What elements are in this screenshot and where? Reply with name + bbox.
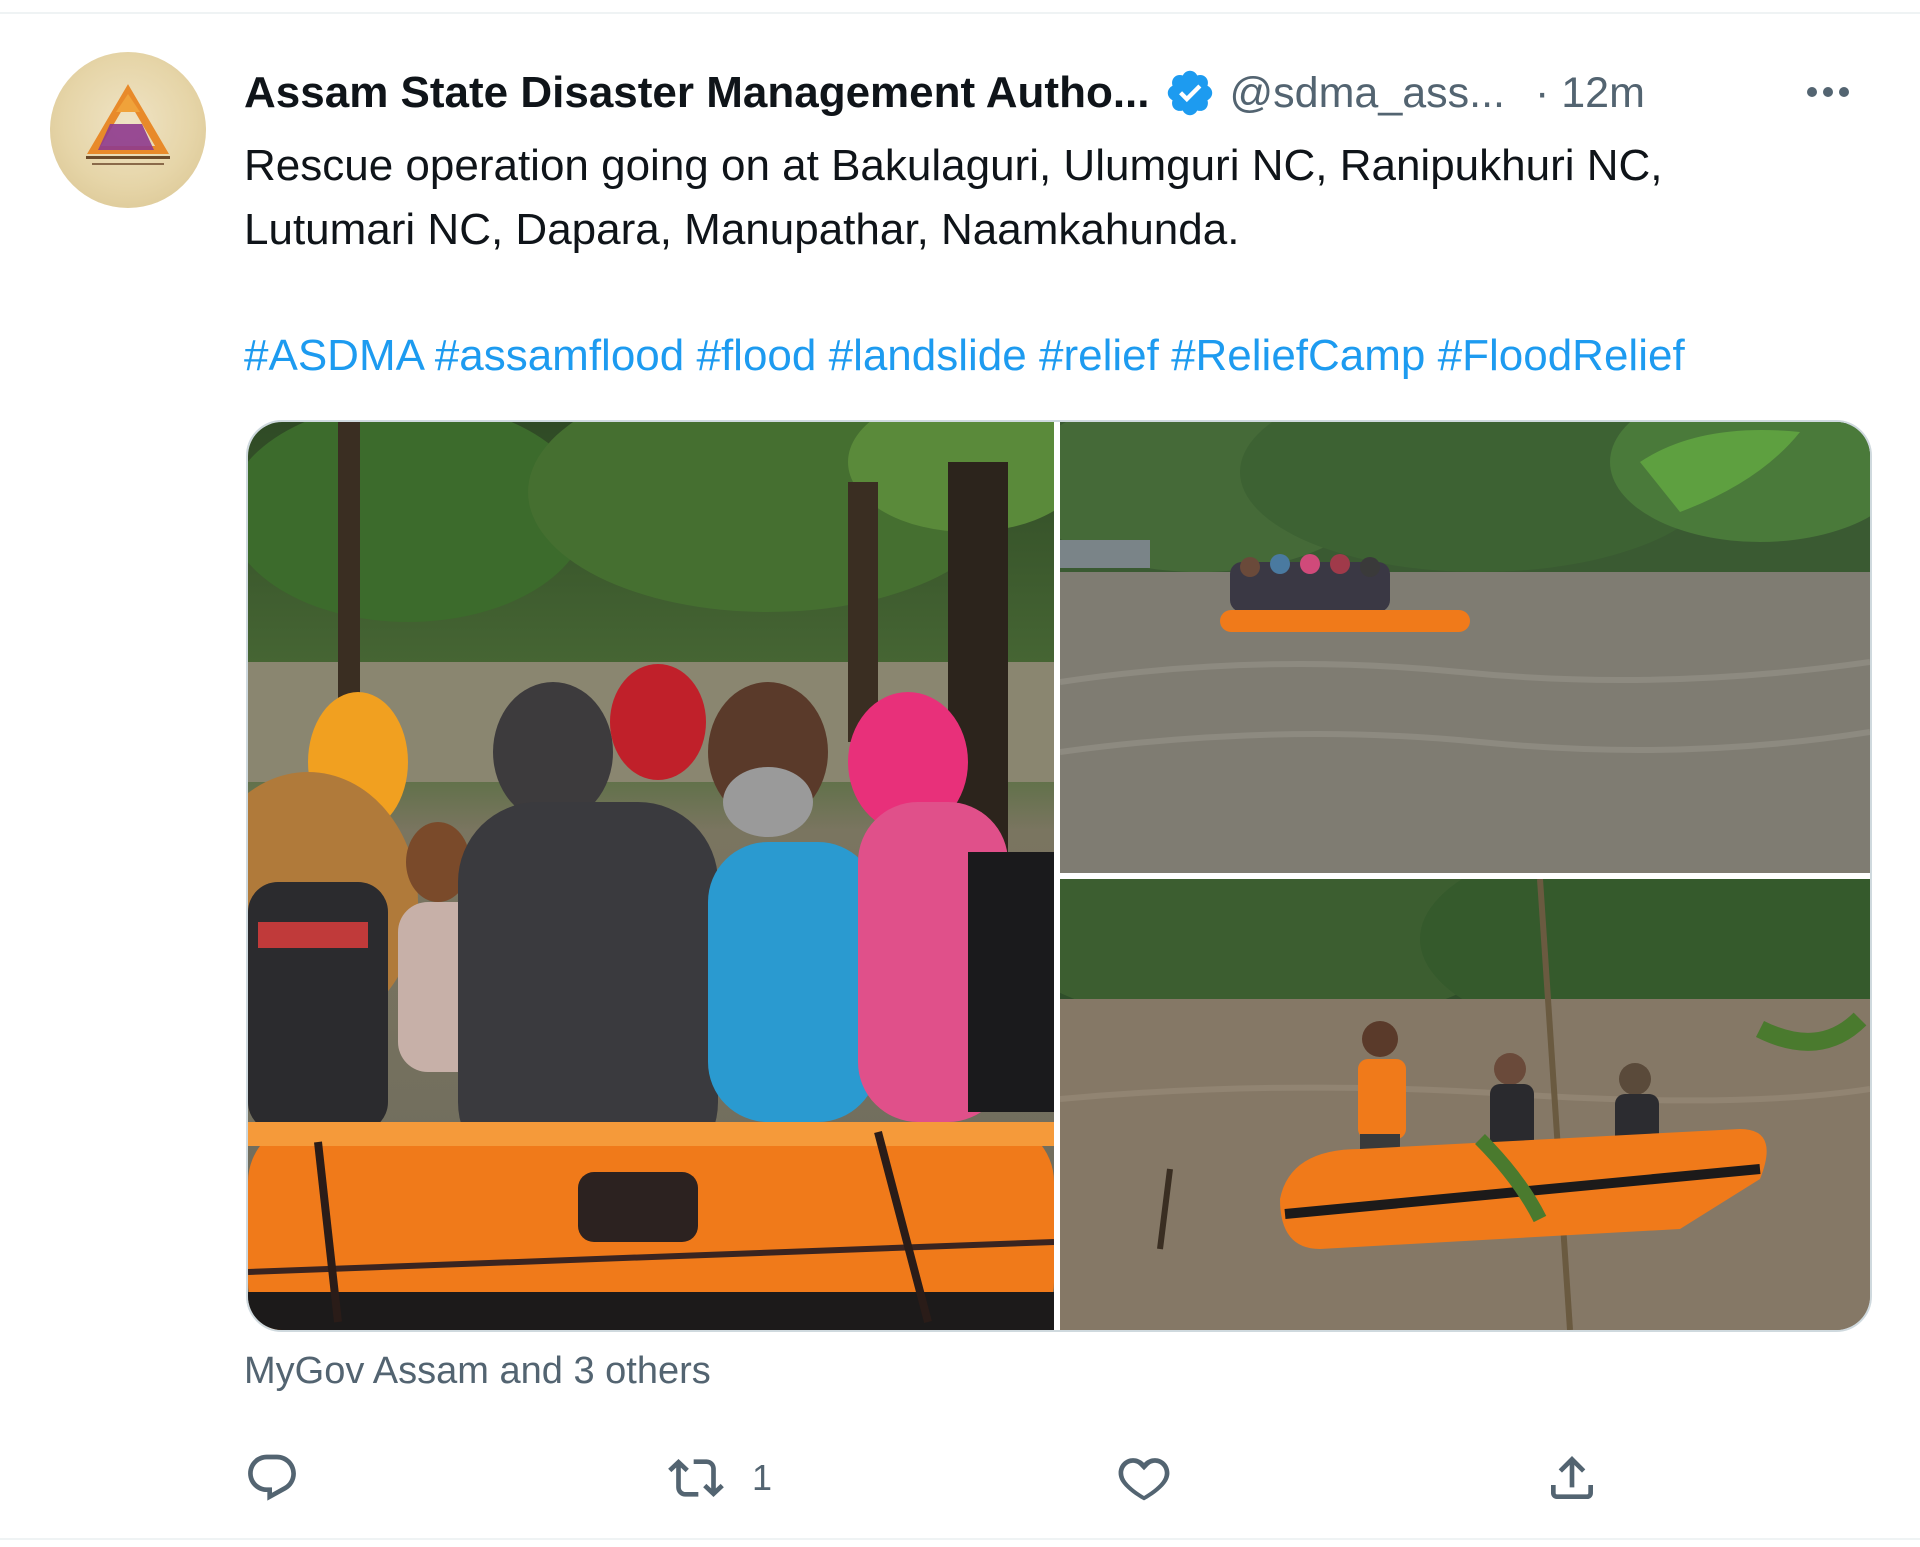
reply-icon	[248, 1454, 296, 1501]
timeline-divider-bottom	[0, 1538, 1920, 1540]
media-photo-3[interactable]	[1060, 879, 1870, 1330]
share-button[interactable]	[1544, 1448, 1600, 1508]
retweet-button[interactable]: 1	[668, 1448, 772, 1508]
heart-icon	[1118, 1458, 1170, 1501]
boat-on-floodwater-photo-icon	[1060, 422, 1870, 873]
retweet-icon	[668, 1459, 724, 1497]
hashtag-link[interactable]: #FloodRelief	[1438, 331, 1685, 380]
timeline-divider-top	[0, 0, 1920, 14]
more-options-icon[interactable]	[1798, 64, 1858, 120]
hashtag-link[interactable]: #ReliefCamp	[1171, 331, 1425, 380]
media-photo-2[interactable]	[1060, 422, 1870, 873]
author-handle[interactable]: @sdma_ass...	[1230, 69, 1505, 118]
tweet-timestamp[interactable]: · 12m	[1535, 69, 1645, 118]
verified-badge-icon	[1167, 70, 1212, 116]
author-display-name[interactable]: Assam State Disaster Management Autho...	[244, 68, 1150, 118]
tagged-users-link[interactable]: MyGov Assam and 3 others	[244, 1350, 711, 1393]
rescuers-in-boat-photo-icon	[1060, 879, 1870, 1330]
media-grid	[246, 420, 1872, 1332]
flood-rescue-boat-photo-icon	[248, 422, 1054, 1330]
tweet-header: Assam State Disaster Management Autho...…	[244, 58, 1884, 128]
hashtag-link[interactable]: #flood	[696, 331, 816, 380]
tweet[interactable]: Assam State Disaster Management Autho...…	[0, 14, 1920, 1538]
hashtag-link[interactable]: #assamflood	[435, 331, 684, 380]
share-icon	[1551, 1456, 1593, 1499]
hashtag-link[interactable]: #ASDMA	[244, 331, 423, 380]
tweet-text-line: Lutumari NC, Dapara, Manupathar, Naamkah…	[244, 205, 1240, 254]
hashtag-link[interactable]: #relief	[1039, 331, 1159, 380]
like-button[interactable]	[1116, 1448, 1200, 1508]
tweet-text: Rescue operation going on at Bakulaguri,…	[244, 134, 1884, 262]
avatar[interactable]	[50, 52, 206, 208]
asdma-logo-icon	[86, 84, 170, 165]
tweet-actions: 1	[244, 1434, 1884, 1524]
tweet-hashtags: #ASDMA #assamflood #flood #landslide #re…	[244, 324, 1904, 388]
tweet-text-line: Rescue operation going on at Bakulaguri,…	[244, 141, 1663, 190]
reply-button[interactable]	[244, 1448, 328, 1508]
hashtag-link[interactable]: #landslide	[829, 331, 1027, 380]
retweet-count: 1	[752, 1457, 773, 1498]
media-photo-1[interactable]	[248, 422, 1054, 1330]
